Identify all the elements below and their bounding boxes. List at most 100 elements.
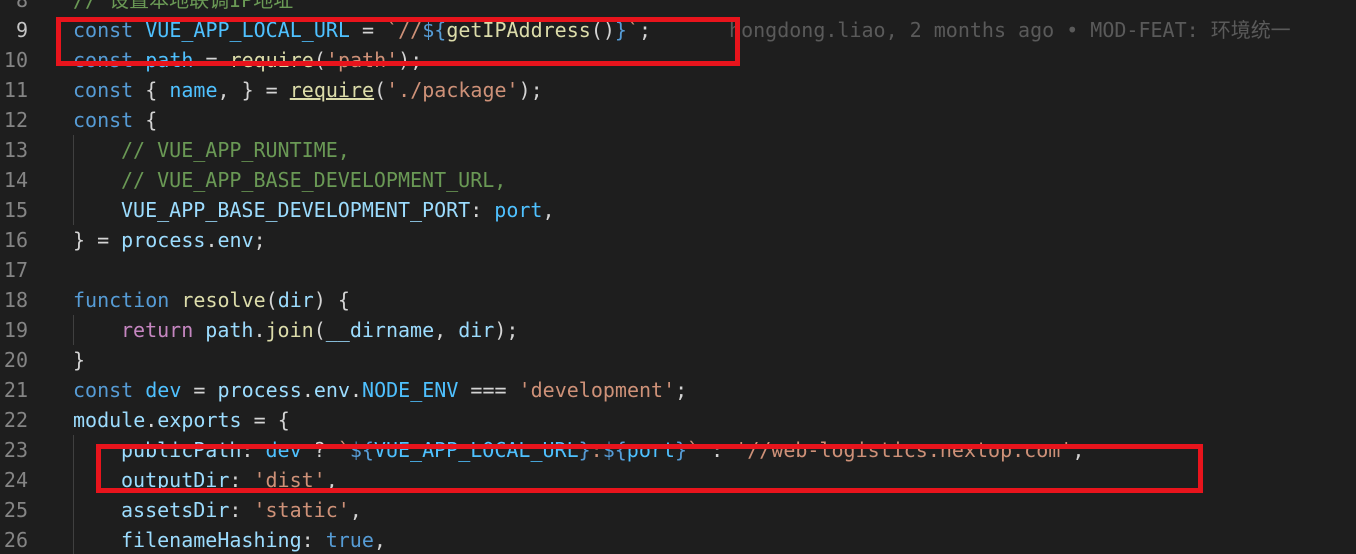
- code-token: .: [205, 228, 218, 252]
- code-token: const: [73, 378, 134, 402]
- code-token: require: [229, 48, 314, 72]
- code-token: );: [494, 318, 519, 342]
- code-token: `: [626, 18, 639, 42]
- code-token: :: [301, 528, 326, 552]
- code-token: (: [313, 48, 326, 72]
- code-token: // VUE_APP_BASE_DEVELOPMENT_URL,: [121, 168, 507, 192]
- code-line[interactable]: 16} = process.env;: [0, 225, 1356, 255]
- code-token: outputDir: [121, 468, 230, 492]
- line-code: return path.join(__dirname, dir);: [121, 315, 518, 345]
- line-number: 22: [3, 408, 28, 432]
- code-token: ?: [301, 438, 338, 462]
- indent-guide: [73, 195, 74, 225]
- code-line[interactable]: 14 // VUE_APP_BASE_DEVELOPMENT_URL,: [0, 165, 1356, 195]
- code-token: './package': [386, 78, 519, 102]
- code-line[interactable]: 21 const dev = process.env.NODE_ENV === '…: [0, 375, 1356, 405]
- line-code: function resolve(dir) {: [73, 285, 350, 315]
- code-line[interactable]: 26 filenameHashing: true,: [0, 525, 1356, 554]
- code-token: }: [674, 438, 688, 462]
- code-token: `//: [386, 18, 423, 42]
- code-token: filenameHashing: [121, 528, 302, 552]
- code-token: =: [181, 378, 218, 402]
- code-token: require: [289, 78, 375, 102]
- code-token: module: [73, 408, 146, 432]
- line-code: const VUE_APP_LOCAL_URL = `//${getIPAddr…: [73, 15, 1291, 45]
- code-line[interactable]: 9 const VUE_APP_LOCAL_URL = `//${getIPAdd…: [0, 15, 1356, 45]
- code-token: :: [699, 438, 736, 462]
- code-token: // 设置本地联调IP地址: [73, 0, 294, 12]
- code-token: :: [241, 438, 266, 462]
- line-number: 18: [3, 288, 28, 312]
- code-token: .: [145, 408, 158, 432]
- code-token: ===: [458, 378, 519, 402]
- code-line[interactable]: 18 function resolve(dir) {: [0, 285, 1356, 315]
- code-line[interactable]: 15 VUE_APP_BASE_DEVELOPMENT_PORT: port,: [0, 195, 1356, 225]
- code-token: =: [349, 18, 387, 42]
- code-line[interactable]: 25 assetsDir: 'static',: [0, 495, 1356, 525]
- code-token: env: [217, 228, 254, 252]
- line-number: 23: [3, 438, 28, 462]
- code-token: env: [313, 378, 350, 402]
- code-line[interactable]: 12 const {: [0, 105, 1356, 135]
- code-line[interactable]: 22 module.exports = {: [0, 405, 1356, 435]
- line-number: 12: [3, 108, 28, 132]
- code-line[interactable]: 24 outputDir: 'dist',: [0, 465, 1356, 495]
- line-code: outputDir: 'dist',: [121, 465, 338, 495]
- code-token: publicPath: [121, 438, 242, 462]
- code-token: .: [253, 318, 266, 342]
- code-line[interactable]: 20}: [0, 345, 1356, 375]
- code-token: ;: [253, 228, 266, 252]
- code-line[interactable]: 13 // VUE_APP_RUNTIME,: [0, 135, 1356, 165]
- code-token: // VUE_APP_RUNTIME,: [121, 138, 350, 162]
- indent-guide: [73, 435, 74, 465]
- indent-guide: [73, 465, 74, 495]
- code-token: } =: [73, 228, 122, 252]
- code-token: = {: [241, 408, 290, 432]
- git-blame-annotation: hongdong.liao, 2 months ago • MOD-FEAT: …: [729, 18, 1291, 42]
- code-line[interactable]: 10 const path = require('path');: [0, 45, 1356, 75]
- line-number: 14: [3, 168, 28, 192]
- code-line[interactable]: 8 // 设置本地联调IP地址: [0, 0, 1356, 15]
- line-number: 24: [3, 468, 28, 492]
- code-lines[interactable]: 8 // 设置本地联调IP地址 9 const VUE_APP_LOCAL_URL =…: [0, 0, 1356, 554]
- code-token: 'static': [253, 498, 350, 522]
- line-code: assetsDir: 'static',: [121, 495, 362, 525]
- code-token: ;: [639, 18, 652, 42]
- line-number: 13: [3, 138, 28, 162]
- code-token: (: [313, 318, 326, 342]
- code-token: name: [169, 78, 218, 102]
- code-token: 'path': [325, 48, 399, 72]
- line-code: VUE_APP_BASE_DEVELOPMENT_PORT: port,: [121, 195, 555, 225]
- line-number: 10: [3, 48, 28, 72]
- code-token: :: [470, 198, 495, 222]
- indent-guide: [73, 135, 74, 165]
- code-token: `: [337, 438, 350, 462]
- line-number: 15: [3, 198, 28, 222]
- code-token: }: [73, 348, 86, 372]
- code-token: {: [133, 108, 158, 132]
- code-token: ,: [434, 318, 459, 342]
- code-token: const: [73, 48, 134, 72]
- code-token: =: [193, 48, 230, 72]
- code-token: resolve: [181, 288, 266, 312]
- code-line[interactable]: 19 return path.join(__dirname, dir);: [0, 315, 1356, 345]
- code-editor[interactable]: 8 // 设置本地联调IP地址 9 const VUE_APP_LOCAL_URL =…: [0, 0, 1356, 554]
- line-number: 9: [15, 18, 28, 42]
- code-token: :: [590, 438, 603, 462]
- code-token: const: [73, 18, 134, 42]
- code-token: ) {: [313, 288, 350, 312]
- line-number: 16: [3, 228, 28, 252]
- code-line[interactable]: 23 publicPath: dev ? `${VUE_APP_LOCAL_URL…: [0, 435, 1356, 465]
- code-token: process: [217, 378, 302, 402]
- code-token: .: [301, 378, 314, 402]
- line-code: // 设置本地联调IP地址: [73, 0, 293, 15]
- code-token: :: [229, 468, 254, 492]
- code-token: {: [133, 78, 170, 102]
- code-line[interactable]: 17: [0, 255, 1356, 285]
- code-token: , } =: [217, 78, 290, 102]
- code-line[interactable]: 11 const { name, } = require('./package')…: [0, 75, 1356, 105]
- line-code: module.exports = {: [73, 405, 290, 435]
- line-number: 25: [3, 498, 28, 522]
